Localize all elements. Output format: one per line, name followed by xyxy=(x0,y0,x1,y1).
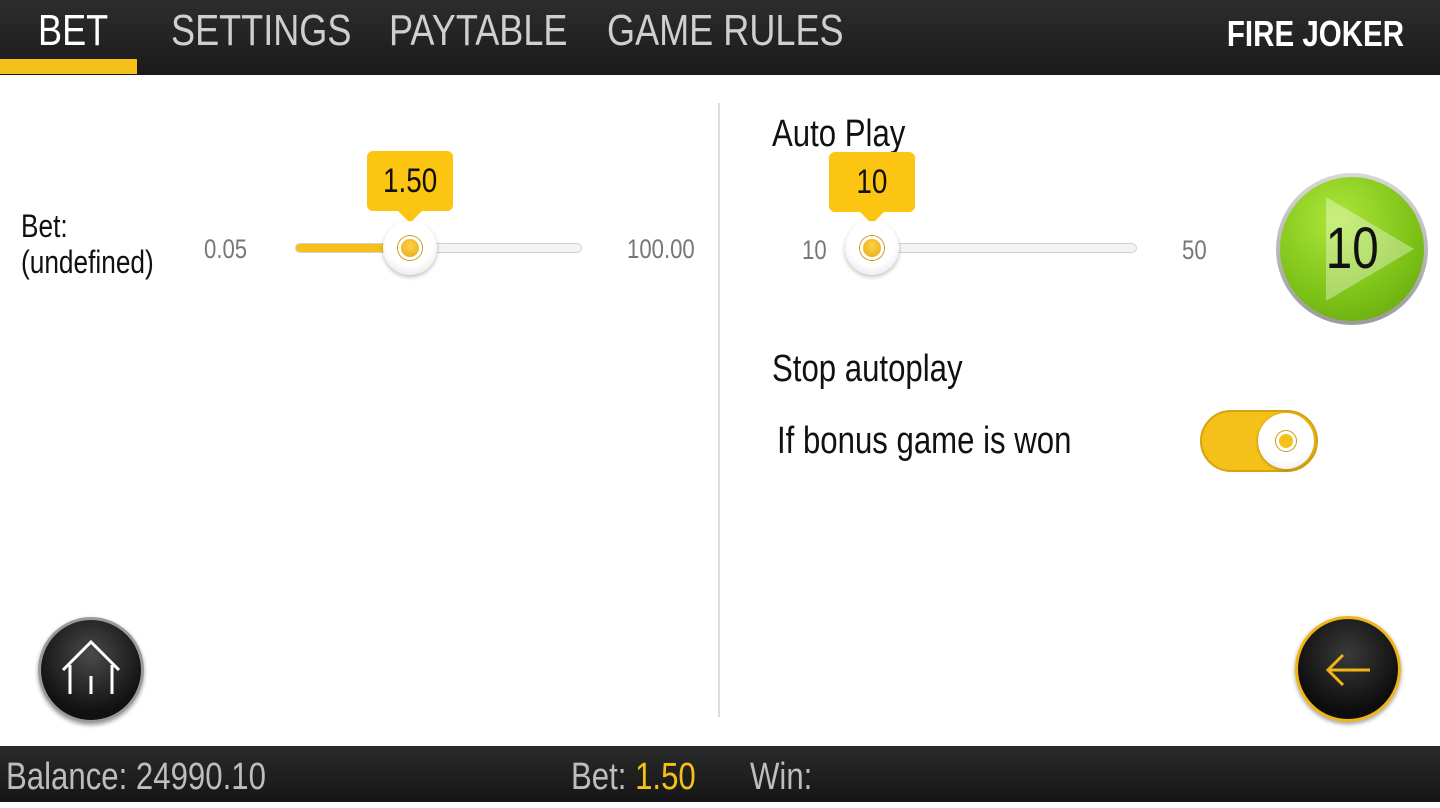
autoplay-value-bubble: 10 xyxy=(829,152,915,224)
tab-settings[interactable]: SETTINGS xyxy=(171,0,391,75)
bet-slider-handle-dot xyxy=(397,236,422,260)
tab-settings-label: SETTINGS xyxy=(171,6,352,55)
win-display: Win: xyxy=(750,756,813,798)
active-tab-indicator xyxy=(0,59,137,74)
bet-display-value: 1.50 xyxy=(635,756,696,798)
toggle-knob xyxy=(1258,413,1314,469)
tab-paytable[interactable]: PAYTABLE xyxy=(389,0,607,75)
autoplay-max-value: 50 xyxy=(1182,235,1207,265)
home-icon xyxy=(61,639,121,694)
bet-max-value: 100.00 xyxy=(627,234,695,264)
start-autoplay-button[interactable]: 10 xyxy=(1276,173,1428,325)
autoplay-slider-handle-dot xyxy=(860,236,884,260)
tab-paytable-label: PAYTABLE xyxy=(389,6,568,55)
tab-game-rules[interactable]: GAME RULES xyxy=(607,0,896,75)
autoplay-title: Auto Play xyxy=(772,113,906,155)
bet-min-value: 0.05 xyxy=(204,234,248,264)
bet-slider-handle[interactable] xyxy=(382,221,437,275)
balance-value: 24990.10 xyxy=(135,756,266,798)
back-button[interactable] xyxy=(1295,616,1401,722)
tab-game-rules-label: GAME RULES xyxy=(607,6,844,55)
autoplay-slider-track[interactable] xyxy=(872,243,1137,253)
autoplay-slider-handle[interactable] xyxy=(845,221,899,275)
arrow-left-icon xyxy=(1325,653,1370,687)
stop-condition-label: If bonus game is won xyxy=(777,420,1072,462)
home-button[interactable] xyxy=(38,617,144,723)
bet-label: Bet: (undefined) xyxy=(21,208,154,280)
autoplay-count-label: 10 xyxy=(1325,216,1379,281)
bet-value-bubble: 1.50 xyxy=(366,151,453,223)
autoplay-min-value: 10 xyxy=(802,235,827,265)
bonus-won-toggle[interactable] xyxy=(1200,410,1318,472)
bet-display: Bet: 1.50 xyxy=(571,756,696,798)
tab-bet-label: BET xyxy=(38,6,109,55)
top-nav-bar: BET SETTINGS PAYTABLE GAME RULES FIRE JO… xyxy=(0,0,1440,75)
panel-divider xyxy=(718,103,720,717)
game-title: FIRE JOKER xyxy=(1226,13,1404,54)
balance-display: Balance: 24990.10 xyxy=(6,756,266,798)
stop-autoplay-title: Stop autoplay xyxy=(772,348,963,390)
status-bar: Balance: 24990.10 Bet: 1.50 Win: xyxy=(0,746,1440,802)
